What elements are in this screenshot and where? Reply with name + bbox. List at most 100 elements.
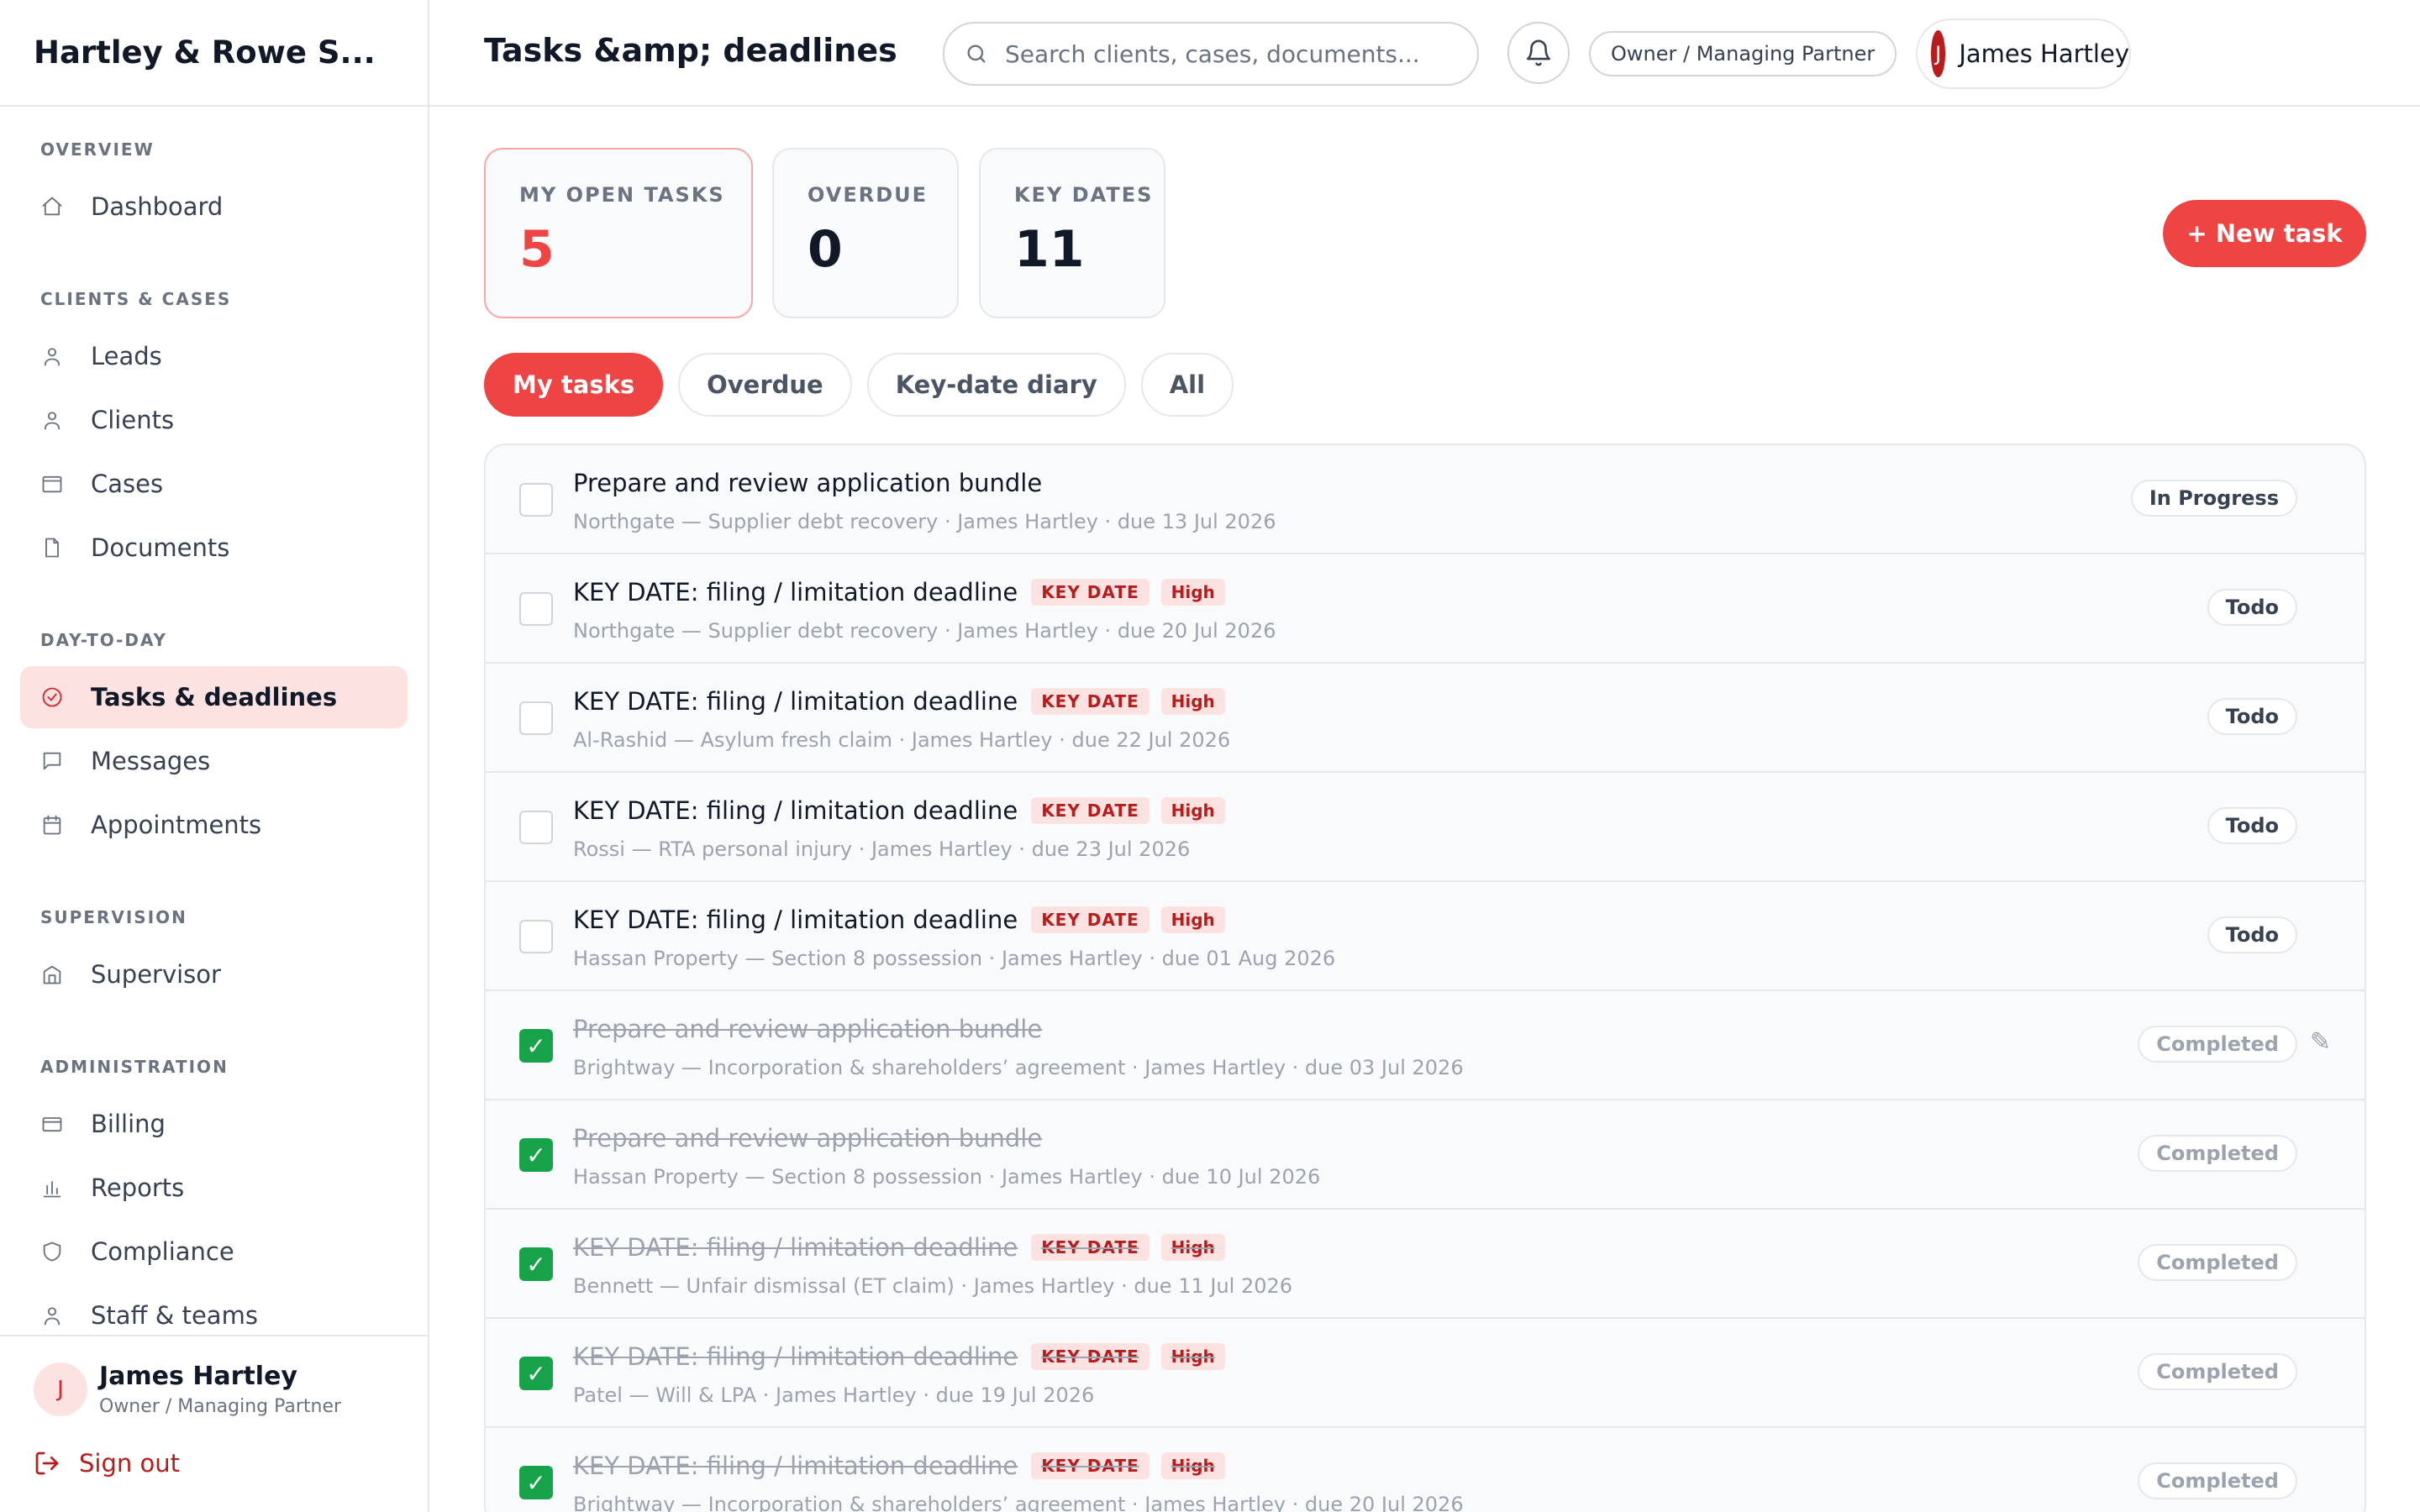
status-badge[interactable]: Todo — [2207, 698, 2297, 735]
task-title: KEY DATE: filing / limitation deadline — [573, 1452, 1018, 1480]
key-date-badge: KEY DATE — [1031, 906, 1150, 933]
sidebar-item-reports[interactable]: Reports — [20, 1157, 408, 1219]
task-row[interactable]: ✓ Prepare and review application bundle Br… — [486, 991, 2365, 1100]
sidebar-item-clients[interactable]: Clients — [20, 389, 408, 451]
sidebar-item-label: Staff & teams — [91, 1301, 258, 1330]
search-input[interactable] — [1005, 39, 1459, 68]
message-icon — [43, 752, 61, 770]
task-checkbox[interactable] — [519, 920, 553, 953]
sidebar-item-appointments[interactable]: Appointments — [20, 794, 408, 856]
task-checkbox[interactable] — [519, 811, 553, 844]
task-row[interactable]: Prepare and review application bundle Nor… — [486, 445, 2365, 554]
status-badge[interactable]: Completed — [2138, 1244, 2297, 1281]
sidebar-item-label: Compliance — [91, 1237, 234, 1266]
task-meta: Rossi — RTA personal injury · James Hart… — [573, 837, 1191, 861]
current-user: J James Hartley Owner / Managing Partner — [34, 1362, 394, 1417]
sign-out-button[interactable]: Sign out — [34, 1449, 394, 1478]
new-task-button[interactable]: + New task — [2163, 200, 2366, 267]
user-menu-button[interactable]: J James Hartley — [1916, 18, 2131, 89]
filter-key-date-diary[interactable]: Key-date diary — [866, 353, 1126, 417]
task-checkbox[interactable]: ✓ — [519, 1138, 553, 1172]
stat-key-dates[interactable]: KEY DATES 11 — [979, 148, 1165, 318]
task-title-line: KEY DATE: filing / limitation deadline KE… — [573, 687, 1225, 716]
filter-overdue[interactable]: Overdue — [678, 353, 852, 417]
status-badge[interactable]: Completed — [2138, 1462, 2297, 1499]
task-checkbox[interactable] — [519, 592, 553, 626]
status-badge[interactable]: Todo — [2207, 589, 2297, 626]
filter-all[interactable]: All — [1140, 353, 1234, 417]
sidebar-item-supervisor[interactable]: Supervisor — [20, 943, 408, 1005]
sidebar-item-tasks-and-deadlines[interactable]: Tasks & deadlines — [20, 666, 408, 728]
role-badge: Owner / Managing Partner — [1589, 31, 1897, 76]
nav-icon-wrap — [40, 963, 64, 986]
task-title-line: Prepare and review application bundle — [573, 1015, 1042, 1043]
status-badge[interactable]: Todo — [2207, 916, 2297, 953]
sidebar-item-billing[interactable]: Billing — [20, 1093, 408, 1155]
task-row[interactable]: KEY DATE: filing / limitation deadline KE… — [486, 554, 2365, 664]
key-date-badge: KEY DATE — [1031, 688, 1150, 715]
task-checkbox[interactable]: ✓ — [519, 1357, 553, 1390]
sidebar-item-label: Billing — [91, 1110, 166, 1138]
stat-open-tasks[interactable]: MY OPEN TASKS 5 — [484, 148, 753, 318]
edit-pencil-icon[interactable]: ✎ — [2310, 1027, 2331, 1057]
sidebar-item-compliance[interactable]: Compliance — [20, 1221, 408, 1283]
shield-icon — [43, 1242, 61, 1262]
bell-icon — [1526, 39, 1551, 66]
sidebar-item-label: Reports — [91, 1173, 185, 1202]
filter-my-tasks[interactable]: My tasks — [484, 353, 664, 417]
sidebar-item-leads[interactable]: Leads — [20, 325, 408, 387]
task-row[interactable]: ✓ KEY DATE: filing / limitation deadline K… — [486, 1210, 2365, 1319]
status-badge[interactable]: In Progress — [2130, 480, 2297, 517]
notifications-button[interactable] — [1507, 22, 1570, 84]
task-row[interactable]: KEY DATE: filing / limitation deadline KE… — [486, 664, 2365, 773]
sidebar: Hartley & Rowe S... OVERVIEW Dashboard CLI… — [0, 0, 429, 1512]
folder-icon — [42, 475, 62, 493]
task-title: KEY DATE: filing / limitation deadline — [573, 1233, 1018, 1262]
priority-badge: High — [1160, 688, 1225, 715]
nav-icon-wrap — [40, 1304, 64, 1327]
task-checkbox[interactable]: ✓ — [519, 1029, 553, 1063]
task-checkbox[interactable]: ✓ — [519, 1466, 553, 1499]
sidebar-item-documents[interactable]: Documents — [20, 517, 408, 579]
search-box[interactable] — [943, 22, 1479, 86]
person-icon — [44, 412, 60, 430]
status-badge[interactable]: Completed — [2138, 1135, 2297, 1172]
nav-section-title: SUPERVISION — [40, 907, 187, 927]
task-checkbox[interactable] — [519, 483, 553, 517]
status-badge[interactable]: Completed — [2138, 1353, 2297, 1390]
sidebar-item-label: Appointments — [91, 811, 262, 839]
user-name: James Hartley — [1959, 39, 2129, 68]
task-row[interactable]: KEY DATE: filing / limitation deadline KE… — [486, 773, 2365, 882]
card-icon — [42, 1117, 62, 1132]
task-meta: Northgate — Supplier debt recovery · Jam… — [573, 619, 1276, 643]
task-checkbox[interactable] — [519, 701, 553, 735]
stat-label: MY OPEN TASKS — [519, 183, 725, 207]
task-meta: Hassan Property — Section 8 possession ·… — [573, 1165, 1321, 1189]
task-row[interactable]: ✓ KEY DATE: filing / limitation deadline K… — [486, 1428, 2365, 1512]
task-meta: Patel — Will & LPA · James Hartley · due… — [573, 1383, 1095, 1407]
task-title: KEY DATE: filing / limitation deadline — [573, 906, 1018, 934]
status-badge[interactable]: Completed — [2138, 1026, 2297, 1063]
bar-chart-icon — [43, 1181, 61, 1198]
key-date-badge: KEY DATE — [1031, 579, 1150, 606]
task-list: Prepare and review application bundle Nor… — [484, 444, 2366, 1512]
sidebar-item-staff-and-teams[interactable]: Staff & teams — [20, 1284, 408, 1335]
task-checkbox[interactable]: ✓ — [519, 1247, 553, 1281]
sidebar-item-messages[interactable]: Messages — [20, 730, 408, 792]
sidebar-item-label: Documents — [91, 533, 230, 562]
sidebar-item-label: Messages — [91, 747, 211, 775]
sidebar-item-cases[interactable]: Cases — [20, 453, 408, 515]
stat-overdue[interactable]: OVERDUE 0 — [772, 148, 959, 318]
sidebar-item-label: Cases — [91, 470, 164, 498]
main-content: MY OPEN TASKS 5 OVERDUE 0 KEY DATES 11 +… — [429, 108, 2420, 1512]
task-row[interactable]: KEY DATE: filing / limitation deadline KE… — [486, 882, 2365, 991]
task-row[interactable]: ✓ KEY DATE: filing / limitation deadline K… — [486, 1319, 2365, 1428]
nav-icon-wrap — [40, 813, 64, 837]
status-badge[interactable]: Todo — [2207, 807, 2297, 844]
task-row[interactable]: ✓ Prepare and review application bundle Ha… — [486, 1100, 2365, 1210]
sidebar-item-dashboard[interactable]: Dashboard — [20, 176, 408, 238]
sidebar-item-label: Tasks & deadlines — [91, 683, 338, 711]
task-title: KEY DATE: filing / limitation deadline — [573, 796, 1018, 825]
task-title: Prepare and review application bundle — [573, 1124, 1043, 1152]
sign-out-icon — [35, 1452, 59, 1475]
